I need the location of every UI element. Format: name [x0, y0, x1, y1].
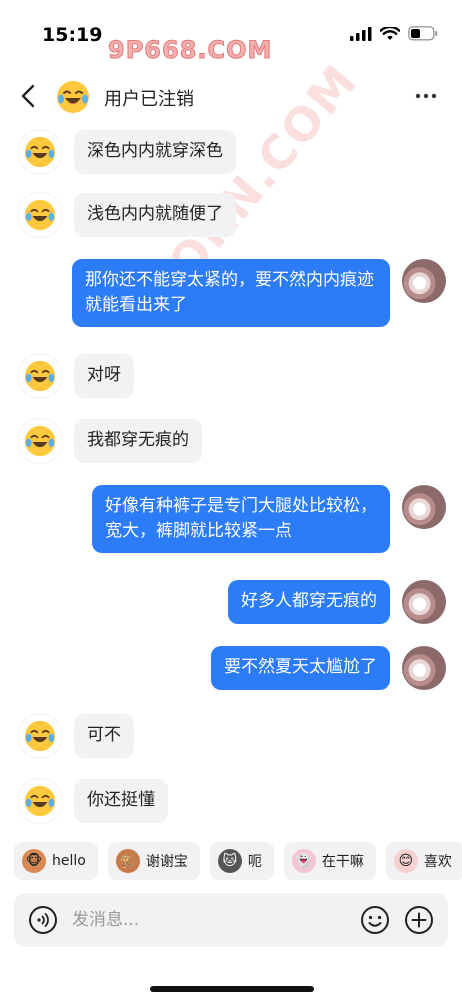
incoming-message-bubble[interactable]: 深色内内就穿深色	[74, 130, 236, 174]
message-row: 好多人都穿无痕的	[228, 580, 446, 624]
quick-reply-chip[interactable]: 😊 喜欢	[385, 842, 462, 880]
my-avatar[interactable]	[402, 259, 446, 303]
smiley-icon	[361, 906, 389, 934]
quick-reply-chip[interactable]: 👻 在干嘛	[283, 842, 376, 880]
quick-reply-label: 呃	[247, 854, 262, 870]
incoming-message-bubble[interactable]: 你还挺懂	[74, 779, 168, 823]
outgoing-message-bubble[interactable]: 好多人都穿无痕的	[228, 580, 390, 624]
contact-avatar[interactable]	[18, 130, 62, 174]
more-options-button[interactable]	[412, 82, 440, 110]
my-avatar[interactable]	[402, 580, 446, 624]
quick-reply-bar: 🐵 hello 🐒 谢谢宝 🐱 呃 👻 在干嘛 😊 喜欢	[14, 842, 462, 882]
cellular-signal-icon	[350, 26, 372, 41]
message-composer	[14, 893, 448, 947]
outgoing-message-bubble[interactable]: 要不然夏天太尴尬了	[211, 646, 390, 690]
laughing-emoji-icon	[24, 136, 56, 168]
message-row: 可不	[18, 714, 134, 758]
laughing-emoji-icon	[24, 199, 56, 231]
incoming-message-bubble[interactable]: 可不	[74, 714, 134, 758]
contact-avatar[interactable]	[18, 714, 62, 758]
wifi-icon	[380, 26, 400, 40]
home-indicator[interactable]	[150, 986, 314, 992]
contact-avatar[interactable]	[18, 193, 62, 237]
message-row: 你还挺懂	[18, 779, 168, 823]
more-actions-button[interactable]	[404, 905, 434, 935]
plus-circle-icon	[405, 906, 433, 934]
voice-input-button[interactable]	[28, 905, 58, 935]
message-row: 对呀	[18, 354, 134, 398]
chat-title: 用户已注销	[104, 89, 194, 110]
status-time: 15:19	[42, 24, 103, 46]
incoming-message-bubble[interactable]: 浅色内内就随便了	[74, 193, 236, 237]
message-row: 要不然夏天太尴尬了	[211, 646, 446, 690]
status-icons	[350, 26, 438, 41]
mascot-icon: 😊	[393, 849, 418, 873]
outgoing-message-bubble[interactable]: 好像有种裤子是专门大腿处比较松，宽大，裤脚就比较紧一点	[92, 485, 390, 553]
back-button[interactable]	[14, 80, 42, 112]
message-row: 那你还不能穿太紧的，要不然内内痕迹就能看出来了	[72, 259, 446, 327]
outgoing-message-bubble[interactable]: 那你还不能穿太紧的，要不然内内痕迹就能看出来了	[72, 259, 390, 327]
message-row: 好像有种裤子是专门大腿处比较松，宽大，裤脚就比较紧一点	[92, 485, 446, 553]
quick-reply-label: 谢谢宝	[145, 854, 188, 870]
incoming-message-bubble[interactable]: 对呀	[74, 354, 134, 398]
laughing-emoji-icon	[24, 785, 56, 817]
message-row: 浅色内内就随便了	[18, 193, 236, 237]
quick-reply-chip[interactable]: 🐵 hello	[14, 842, 98, 880]
battery-icon	[408, 26, 438, 41]
laughing-emoji-icon	[57, 81, 89, 113]
my-avatar[interactable]	[402, 485, 446, 529]
chevron-left-icon	[21, 84, 35, 108]
message-row: 我都穿无痕的	[18, 419, 202, 463]
quick-reply-chip[interactable]: 🐱 呃	[209, 842, 274, 880]
contact-avatar[interactable]	[52, 76, 94, 118]
chat-header: 用户已注销	[0, 70, 462, 124]
contact-avatar[interactable]	[18, 419, 62, 463]
watermark-top: 9P668.COM	[107, 36, 273, 65]
quick-reply-label: 喜欢	[423, 854, 452, 870]
voice-icon	[29, 906, 57, 934]
laughing-emoji-icon	[24, 720, 56, 752]
contact-avatar[interactable]	[18, 779, 62, 823]
cat-icon: 🐱	[217, 849, 242, 873]
quick-reply-label: 在干嘛	[321, 854, 364, 870]
contact-avatar[interactable]	[18, 354, 62, 398]
quick-reply-chip[interactable]: 🐒 谢谢宝	[107, 842, 200, 880]
laughing-emoji-icon	[24, 425, 56, 457]
monkey-flower-icon: 🐒	[115, 849, 140, 873]
emoji-button[interactable]	[360, 905, 390, 935]
laughing-emoji-icon	[24, 360, 56, 392]
message-input[interactable]	[72, 903, 352, 937]
quick-reply-label: hello	[52, 853, 86, 869]
monkey-icon: 🐵	[22, 849, 46, 873]
my-avatar[interactable]	[402, 646, 446, 690]
more-dots-icon	[415, 93, 437, 99]
message-row: 深色内内就穿深色	[18, 130, 236, 174]
ghost-icon: 👻	[291, 849, 316, 873]
incoming-message-bubble[interactable]: 我都穿无痕的	[74, 419, 202, 463]
